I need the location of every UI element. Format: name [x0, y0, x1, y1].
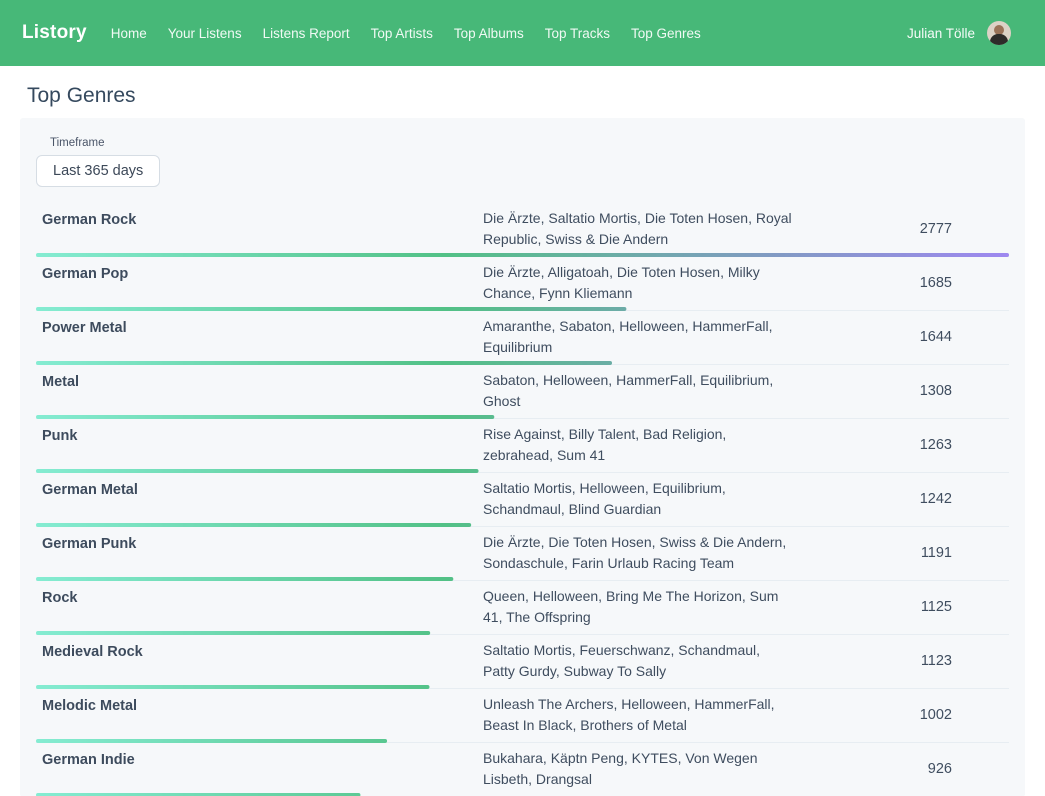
nav-item-top-tracks[interactable]: Top Tracks: [545, 26, 610, 41]
genre-artists: Amaranthe, Sabaton, Helloween, HammerFal…: [483, 316, 793, 358]
timeframe-select-button[interactable]: Last 365 days: [36, 155, 160, 187]
genre-artists: Rise Against, Billy Talent, Bad Religion…: [483, 424, 793, 466]
genre-name: Melodic Metal: [36, 694, 483, 717]
genre-row: Melodic Metal Unleash The Archers, Hello…: [36, 689, 1009, 743]
genre-row: Power Metal Amaranthe, Sabaton, Hellowee…: [36, 311, 1009, 365]
genre-name: Metal: [36, 370, 483, 393]
genre-name: Medieval Rock: [36, 640, 483, 663]
nav-item-listens-report[interactable]: Listens Report: [263, 26, 350, 41]
genre-artists: Queen, Helloween, Bring Me The Horizon, …: [483, 586, 793, 628]
nav-item-your-listens[interactable]: Your Listens: [168, 26, 242, 41]
genre-count: 1308: [793, 381, 1009, 402]
genre-row: German Rock Die Ärzte, Saltatio Mortis, …: [36, 203, 1009, 257]
user-avatar[interactable]: [987, 21, 1011, 45]
genre-artists: Saltatio Mortis, Feuerschwanz, Schandmau…: [483, 640, 793, 682]
nav-item-top-artists[interactable]: Top Artists: [371, 26, 433, 41]
genre-row: German Metal Saltatio Mortis, Helloween,…: [36, 473, 1009, 527]
genre-artists: Unleash The Archers, Helloween, HammerFa…: [483, 694, 793, 736]
genre-name: Power Metal: [36, 316, 483, 339]
nav-item-home[interactable]: Home: [111, 26, 147, 41]
genre-count: 926: [793, 759, 1009, 780]
genre-count: 1191: [793, 543, 1009, 564]
avatar-body-shape: [990, 34, 1008, 45]
genre-name: German Pop: [36, 262, 483, 285]
genre-name: German Indie: [36, 748, 483, 771]
nav-item-top-genres[interactable]: Top Genres: [631, 26, 701, 41]
timeframe-label: Timeframe: [50, 137, 1009, 149]
genre-name: German Punk: [36, 532, 483, 555]
genre-count: 1644: [793, 327, 1009, 348]
genre-row: Punk Rise Against, Billy Talent, Bad Rel…: [36, 419, 1009, 473]
genre-artists: Die Ärzte, Saltatio Mortis, Die Toten Ho…: [483, 208, 793, 250]
main-nav: Home Your Listens Listens Report Top Art…: [111, 26, 701, 41]
nav-item-top-albums[interactable]: Top Albums: [454, 26, 524, 41]
genre-name: German Metal: [36, 478, 483, 501]
genre-artists: Die Ärzte, Die Toten Hosen, Swiss & Die …: [483, 532, 793, 574]
genre-row: German Indie Bukahara, Käptn Peng, KYTES…: [36, 743, 1009, 796]
app-logo[interactable]: Listory: [22, 22, 87, 44]
genre-row: Rock Queen, Helloween, Bring Me The Hori…: [36, 581, 1009, 635]
top-genres-card: Timeframe Last 365 days German Rock Die …: [20, 118, 1025, 796]
genre-row: Metal Sabaton, Helloween, HammerFall, Eq…: [36, 365, 1009, 419]
genre-count: 1002: [793, 705, 1009, 726]
genre-count: 1242: [793, 489, 1009, 510]
genre-count: 1125: [793, 597, 1009, 618]
genre-artists: Saltatio Mortis, Helloween, Equilibrium,…: [483, 478, 793, 520]
user-name: Julian Tölle: [907, 26, 975, 41]
genre-name: German Rock: [36, 208, 483, 231]
genre-row: Medieval Rock Saltatio Mortis, Feuerschw…: [36, 635, 1009, 689]
page-title: Top Genres: [27, 84, 1045, 108]
genre-row: German Punk Die Ärzte, Die Toten Hosen, …: [36, 527, 1009, 581]
genre-name: Punk: [36, 424, 483, 447]
genre-table: German Rock Die Ärzte, Saltatio Mortis, …: [36, 203, 1009, 796]
genre-artists: Die Ärzte, Alligatoah, Die Toten Hosen, …: [483, 262, 793, 304]
genre-count: 1263: [793, 435, 1009, 456]
genre-artists: Sabaton, Helloween, HammerFall, Equilibr…: [483, 370, 793, 412]
user-menu[interactable]: Julian Tölle: [907, 21, 1011, 45]
genre-count: 2777: [793, 219, 1009, 240]
app-header: Listory Home Your Listens Listens Report…: [0, 0, 1045, 66]
genre-row: German Pop Die Ärzte, Alligatoah, Die To…: [36, 257, 1009, 311]
genre-artists: Bukahara, Käptn Peng, KYTES, Von Wegen L…: [483, 748, 793, 790]
genre-name: Rock: [36, 586, 483, 609]
genre-count: 1685: [793, 273, 1009, 294]
genre-count: 1123: [793, 651, 1009, 672]
